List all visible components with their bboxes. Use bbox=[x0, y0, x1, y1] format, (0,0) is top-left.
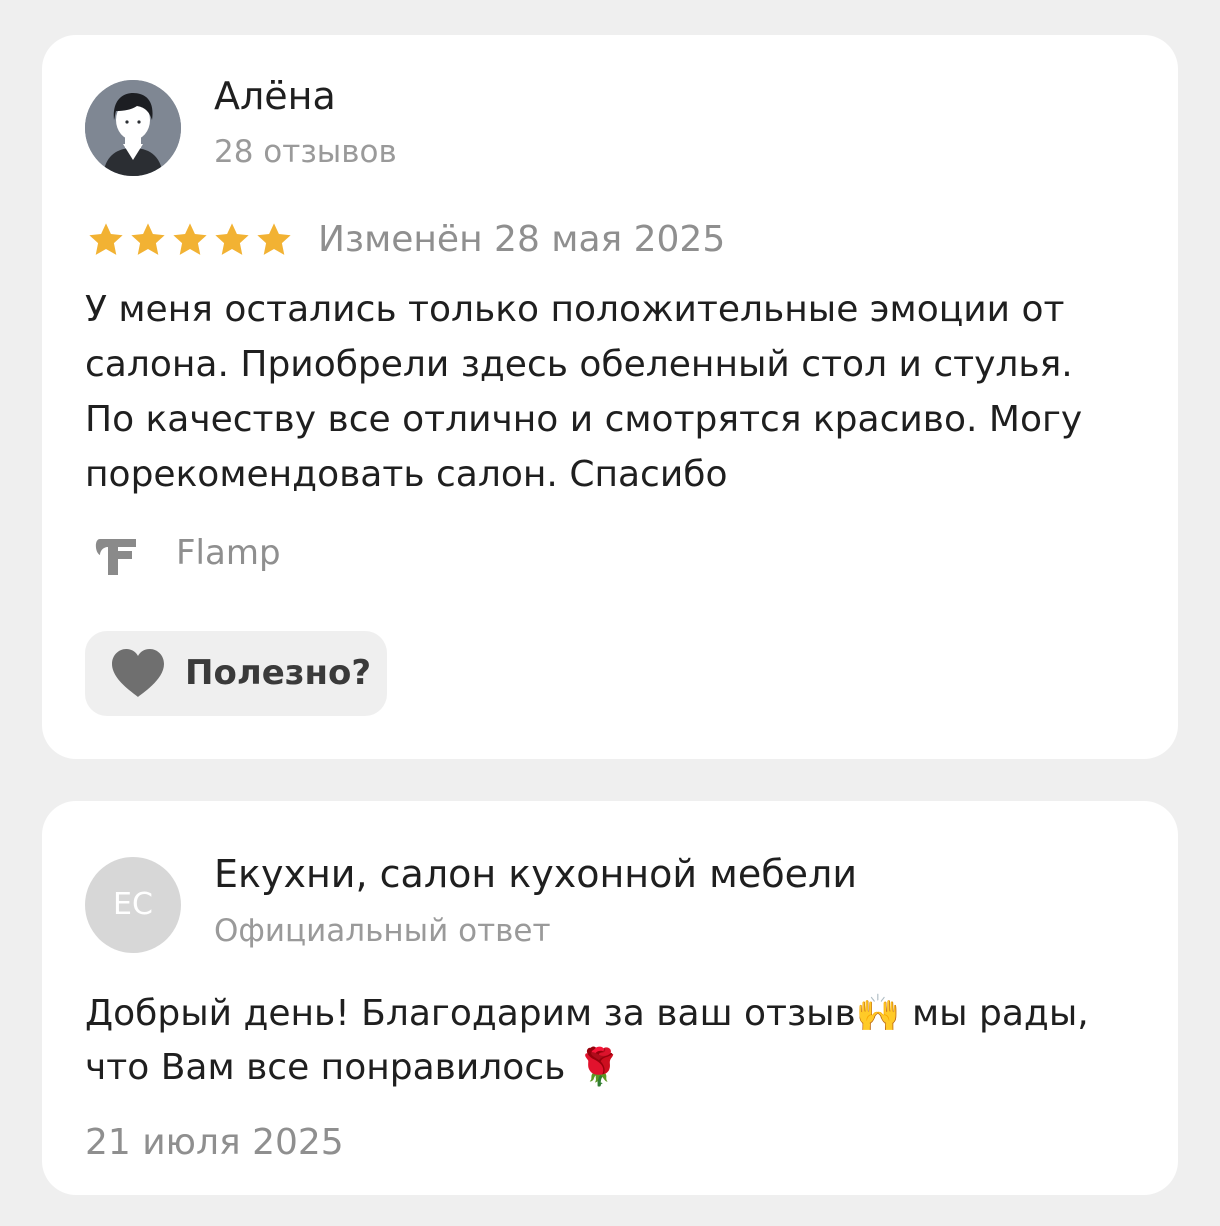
star-icon bbox=[173, 223, 207, 255]
reply-date: 21 июля 2025 bbox=[85, 1122, 344, 1163]
review-source-name: Flamp bbox=[176, 533, 281, 573]
heart-icon bbox=[112, 649, 164, 697]
star-icon bbox=[131, 223, 165, 255]
user-avatar-icon bbox=[85, 80, 181, 176]
reply-text: Добрый день! Благодарим за ваш отзыв🙌 мы… bbox=[85, 993, 1089, 1088]
star-icon bbox=[215, 223, 249, 255]
flamp-logo-icon bbox=[95, 539, 136, 575]
review-author-count: 28 отзывов bbox=[214, 134, 397, 170]
company-name[interactable]: Екухни, салон кухонной мебели bbox=[214, 851, 857, 897]
reply-card: ЕС Екухни, салон кухонной мебели Официал… bbox=[42, 801, 1178, 1195]
user-avatar[interactable] bbox=[85, 80, 181, 176]
useful-button[interactable]: Полезно? bbox=[85, 631, 387, 716]
company-avatar[interactable]: ЕС bbox=[85, 857, 181, 953]
review-author-name[interactable]: Алёна bbox=[214, 73, 336, 119]
star-icon bbox=[257, 223, 291, 255]
star-icon bbox=[89, 223, 123, 255]
review-text: У меня остались только положительные эмо… bbox=[85, 289, 1083, 495]
useful-label: Полезно? bbox=[185, 653, 372, 693]
review-card: Алёна 28 отзывов Изменён 28 мая 2025 У м… bbox=[42, 35, 1178, 759]
rating-stars bbox=[87, 221, 297, 259]
review-edited-date: Изменён 28 мая 2025 bbox=[318, 219, 726, 260]
official-reply-label: Официальный ответ bbox=[214, 913, 551, 949]
